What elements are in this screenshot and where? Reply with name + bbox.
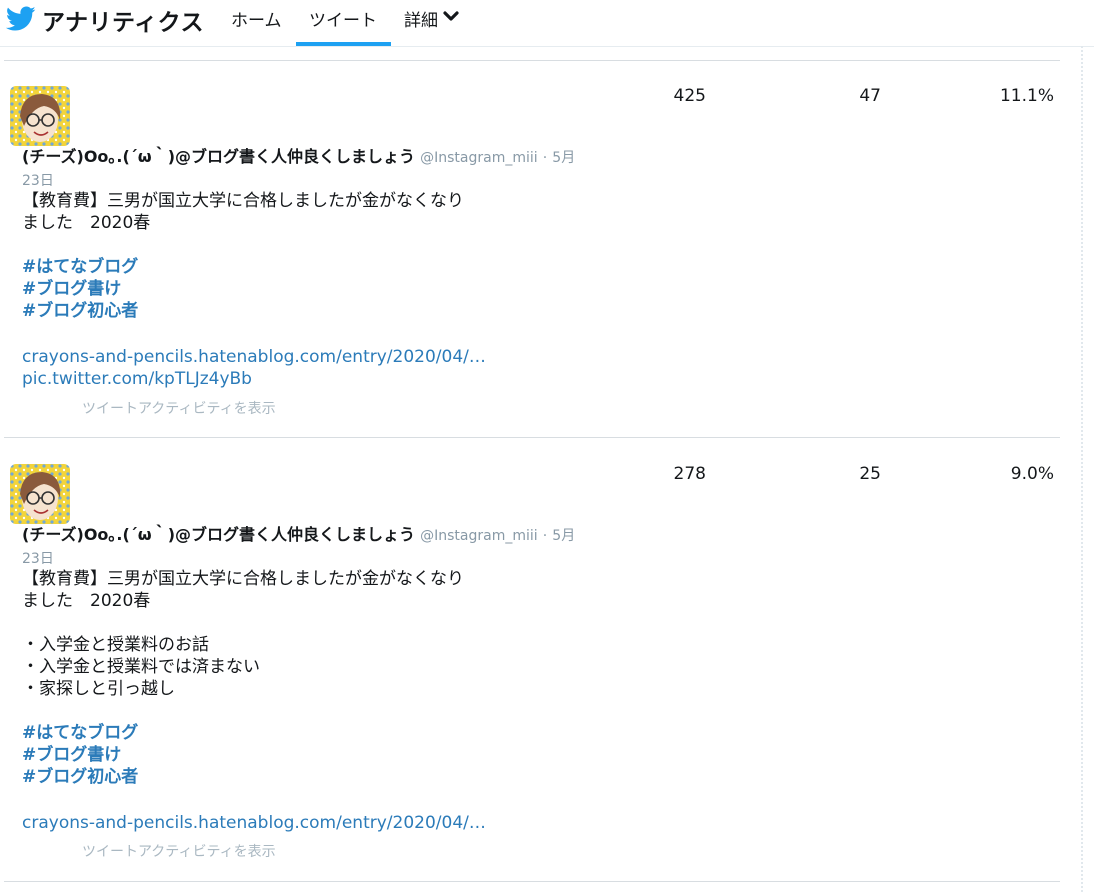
tweet-text-line: ました 2020春 [22,591,151,611]
view-tweet-activity-link[interactable]: ツイートアクティビティを表示 [82,398,276,418]
tweet-date-day[interactable]: 23日 [22,551,54,567]
tweet-url-link[interactable]: crayons-and-pencils.hatenablog.com/entry… [22,812,486,834]
tweet-url-link[interactable]: crayons-and-pencils.hatenablog.com/entry… [22,346,486,368]
tweet-date-month[interactable]: 5月 [552,528,575,544]
impressions-value: 278 [673,464,706,484]
engagement-rate-value: 9.0% [1010,464,1054,484]
tweet-pic-link[interactable]: pic.twitter.com/kpTLJz4yBb [22,368,252,390]
author-handle[interactable]: @Instagram_miii [420,150,538,166]
nav-tab-home[interactable]: ホーム [231,6,282,31]
author-name[interactable]: (チーズ)Oo｡.(´ω｀)@ブログ書く人仲良くしましょう [22,147,415,166]
tweet-author-line: (チーズ)Oo｡.(´ω｀)@ブログ書く人仲良くしましょう @Instagram… [22,146,602,192]
chevron-down-icon[interactable] [443,11,459,23]
hashtag-link[interactable]: #ブログ初心者 [22,300,138,322]
separator-dot: · [542,150,548,166]
hashtag-link[interactable]: #ブログ書け [22,744,121,766]
author-name[interactable]: (チーズ)Oo｡.(´ω｀)@ブログ書く人仲良くしましょう [22,525,415,544]
active-tab-indicator [296,42,391,46]
tweet-author-line: (チーズ)Oo｡.(´ω｀)@ブログ書く人仲良くしましょう @Instagram… [22,524,602,570]
nav-tab-more[interactable]: 詳細 [404,6,438,31]
hashtag-link[interactable]: #ブログ書け [22,278,121,300]
tweet-bullet-line: ・入学金と授業料では済まない [22,657,260,677]
row-divider [4,881,1060,882]
engagement-rate-value: 11.1% [999,86,1054,106]
view-tweet-activity-link[interactable]: ツイートアクティビティを表示 [82,841,276,861]
tweet-text-line: ました 2020春 [22,213,151,233]
separator-dot: · [542,528,548,544]
engagements-value: 47 [859,86,881,106]
avatar-image [10,86,70,146]
hashtag-link[interactable]: #はてなブログ [22,722,138,744]
row-divider [4,437,1060,438]
tweet-bullet-line: ・入学金と授業料のお話 [22,635,209,655]
tweet-text-line: 【教育費】三男が国立大学に合格しましたが金がなくなり [22,191,464,211]
nav-tab-tweets[interactable]: ツイート [309,6,377,31]
twitter-bird-icon[interactable] [6,6,36,32]
avatar[interactable] [10,464,70,524]
top-nav: アナリティクス ホーム ツイート 詳細 [0,0,1094,47]
author-handle[interactable]: @Instagram_miii [420,528,538,544]
tweet-date-day[interactable]: 23日 [22,173,54,189]
tweet-date-month[interactable]: 5月 [552,150,575,166]
analytics-brand[interactable]: アナリティクス [42,3,204,37]
avatar[interactable] [10,86,70,146]
impressions-value: 425 [673,86,706,106]
avatar-image [10,464,70,524]
engagements-value: 25 [859,464,881,484]
scrollbar-track[interactable] [1081,46,1083,892]
tweet-text-line: 【教育費】三男が国立大学に合格しましたが金がなくなり [22,569,464,589]
hashtag-link[interactable]: #はてなブログ [22,256,138,278]
hashtag-link[interactable]: #ブログ初心者 [22,766,138,788]
row-divider [4,60,1060,61]
tweet-bullet-line: ・家探しと引っ越し [22,679,175,699]
